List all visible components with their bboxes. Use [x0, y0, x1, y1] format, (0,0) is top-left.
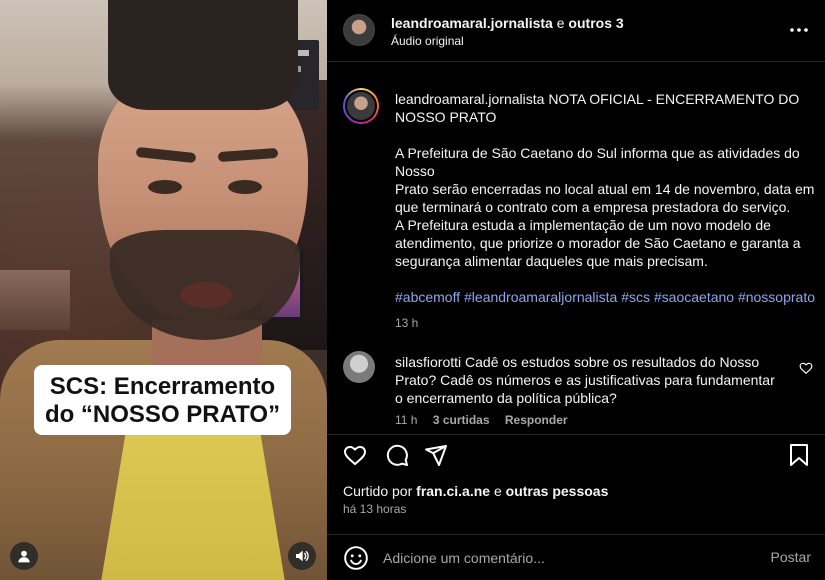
- liked-by-user[interactable]: fran.ci.a.ne: [416, 483, 490, 499]
- comment-body: silasfiorotti Cadê os estudos sobre os r…: [395, 353, 785, 429]
- bookmark-icon: [790, 444, 808, 466]
- author-username[interactable]: leandroamaral.jornalista: [391, 15, 553, 31]
- video-caption-line: do “NOSSO PRATO”: [44, 401, 281, 428]
- speaker-icon: [296, 550, 309, 562]
- like-button[interactable]: [341, 441, 369, 469]
- video-caption-line: SCS: Encerramento: [49, 373, 276, 400]
- post-authors: leandroamaral.jornalista e outros 3: [391, 15, 624, 31]
- caption-paragraph: Prato serão encerradas no local atual em…: [395, 181, 815, 215]
- send-icon: [425, 445, 447, 466]
- post-header: leandroamaral.jornalista e outros 3 Áudi…: [327, 0, 825, 62]
- caption-author-avatar[interactable]: [343, 88, 379, 124]
- save-button[interactable]: [785, 441, 813, 469]
- post-comment-button[interactable]: Postar: [771, 549, 811, 565]
- commenter-avatar[interactable]: [343, 351, 375, 383]
- comment-icon: [386, 444, 408, 466]
- comment-button[interactable]: [383, 441, 411, 469]
- liked-by-prefix: Curtido por: [343, 483, 417, 499]
- authors-connector: e: [552, 15, 569, 31]
- more-options-button[interactable]: [787, 18, 811, 42]
- person-eye: [228, 180, 262, 194]
- caption-paragraph: A Prefeitura de São Caetano do Sul infor…: [395, 145, 800, 179]
- post-age: há 13 horas: [343, 502, 407, 516]
- user-icon: [18, 550, 30, 563]
- audio-link[interactable]: Áudio original: [391, 34, 464, 48]
- add-comment-bar: Postar: [327, 534, 825, 580]
- post-caption-area: leandroamaral.jornalista NOTA OFICIAL - …: [327, 62, 825, 434]
- liked-by-others[interactable]: outras pessoas: [506, 483, 609, 499]
- emoji-icon[interactable]: [343, 545, 369, 571]
- video-caption: SCS: Encerramento do “NOSSO PRATO”: [34, 365, 291, 435]
- comment-time: 11 h: [395, 413, 418, 427]
- caption-author-username[interactable]: leandroamaral.jornalista: [395, 91, 544, 107]
- comment-meta: 11 h 3 curtidas Responder: [395, 411, 785, 429]
- speaker-person: [0, 0, 327, 580]
- post-time: 13 h: [395, 316, 419, 330]
- tagged-users-button[interactable]: [10, 542, 38, 570]
- heart-icon: [343, 445, 367, 466]
- comment-likes[interactable]: 3 curtidas: [433, 413, 490, 427]
- liked-by-connector: e: [490, 483, 506, 499]
- comment-reply-button[interactable]: Responder: [505, 413, 568, 427]
- caption-paragraph: A Prefeitura estuda a implementação de u…: [395, 217, 801, 269]
- person-eye: [148, 180, 182, 194]
- more-horizontal-icon: [790, 28, 808, 32]
- post-details-panel: leandroamaral.jornalista e outros 3 Áudi…: [327, 0, 825, 580]
- post-actions: [327, 434, 825, 474]
- liked-by: Curtido por fran.ci.a.ne e outras pessoa…: [343, 483, 608, 499]
- person-mouth: [180, 282, 232, 308]
- comment-input[interactable]: [383, 549, 753, 567]
- commenter-username[interactable]: silasfiorotti: [395, 354, 461, 370]
- sound-toggle-button[interactable]: [288, 542, 316, 570]
- author-avatar[interactable]: [343, 14, 375, 46]
- post-caption: leandroamaral.jornalista NOTA OFICIAL - …: [395, 90, 815, 332]
- comment-like-heart-icon[interactable]: [799, 361, 813, 375]
- caption-hashtags[interactable]: #abcemoff #leandroamaraljornalista #scs …: [395, 288, 815, 306]
- post-media[interactable]: SCS: Encerramento do “NOSSO PRATO”: [0, 0, 327, 580]
- person-hair: [108, 0, 298, 110]
- other-authors-link[interactable]: outros 3: [568, 15, 623, 31]
- share-button[interactable]: [422, 441, 450, 469]
